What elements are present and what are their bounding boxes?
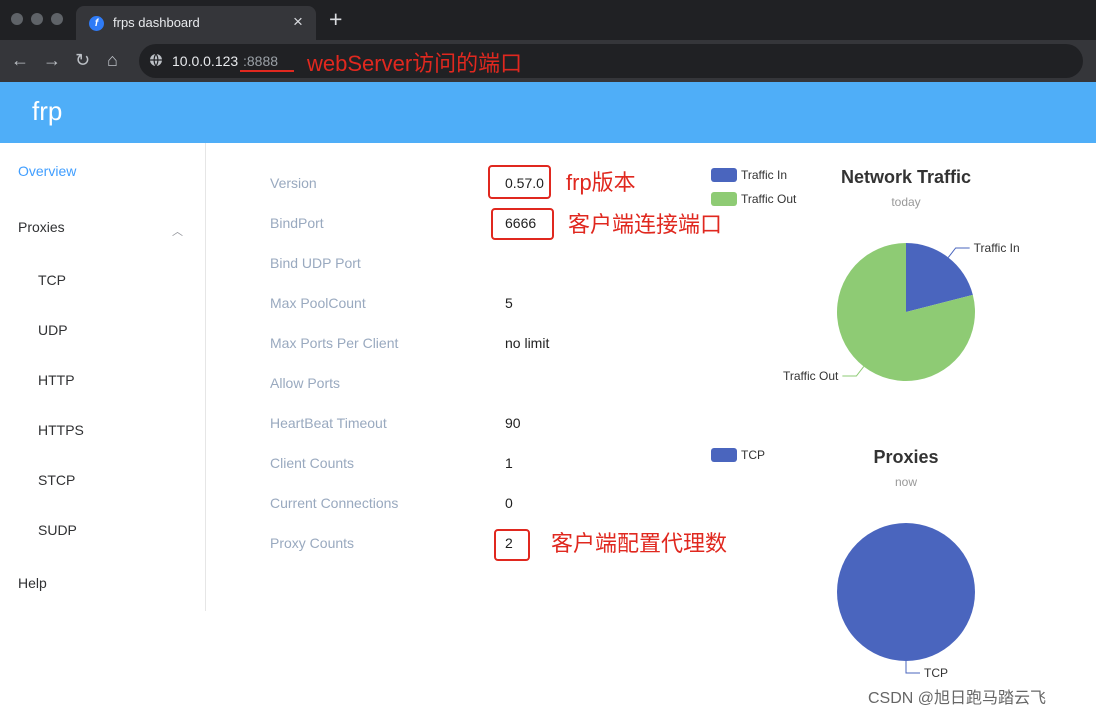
tab-close-icon[interactable]: ×	[293, 13, 303, 30]
pie-leader-line-traffic-in	[947, 247, 970, 258]
allow-ports-label: Allow Ports	[270, 375, 341, 391]
back-arrow-icon[interactable]: ←	[11, 50, 29, 70]
max-poolcount-label: Max PoolCount	[270, 295, 366, 311]
legend-swatch-traffic-in[interactable]	[711, 168, 737, 182]
pie-slice-tcp[interactable]	[837, 523, 975, 661]
sidebar-item-udp[interactable]: UDP	[38, 322, 68, 338]
proxies-title: Proxies	[873, 447, 939, 467]
browser-toolbar: ← → ↻ ⌂ 10.0.0.123 :8888	[0, 40, 1096, 82]
network-traffic-subtitle: today	[891, 195, 921, 209]
pie-leader-line-tcp	[905, 661, 920, 674]
sidebar-item-http[interactable]: HTTP	[38, 372, 75, 388]
sidebar-item-overview[interactable]: Overview	[18, 163, 76, 179]
browser-tab-bar: f frps dashboard × +	[0, 0, 1096, 40]
sidebar-item-tcp[interactable]: TCP	[38, 272, 66, 288]
bindport-label: BindPort	[270, 215, 324, 231]
legend-traffic-out[interactable]: Traffic Out	[741, 192, 796, 206]
new-tab-button[interactable]: +	[329, 8, 342, 31]
proxy-counts-annotation: 客户端配置代理数	[551, 531, 728, 556]
home-icon[interactable]: ⌂	[107, 50, 118, 70]
sidebar-item-https[interactable]: HTTPS	[38, 422, 84, 438]
port-annotation-underline	[240, 70, 294, 72]
pie-label-tcp: TCP	[924, 666, 948, 680]
legend-swatch-tcp[interactable]	[711, 448, 737, 462]
sidebar-item-proxies[interactable]: Proxies	[18, 219, 65, 235]
bindport-annotation: 客户端连接端口	[568, 212, 723, 237]
pie-label-traffic-in: Traffic In	[974, 241, 1020, 255]
version-label: Version	[270, 175, 317, 191]
url-port: :8888	[243, 53, 279, 69]
bindport-highlight-box	[491, 208, 554, 240]
app-logo[interactable]: frp	[32, 96, 62, 127]
current-connections-label: Current Connections	[270, 495, 399, 511]
heartbeat-timeout-value: 90	[505, 415, 521, 431]
legend-swatch-traffic-out[interactable]	[711, 192, 737, 206]
frp-favicon-icon: f	[89, 16, 104, 31]
window-close-dot[interactable]	[11, 13, 23, 25]
forward-arrow-icon[interactable]: →	[43, 50, 61, 70]
max-poolcount-value: 5	[505, 295, 513, 311]
chevron-up-icon[interactable]: ︿	[172, 223, 183, 239]
proxy-counts-label: Proxy Counts	[270, 535, 355, 551]
sidebar-item-help[interactable]: Help	[18, 575, 47, 591]
heartbeat-timeout-label: HeartBeat Timeout	[270, 415, 387, 431]
csdn-watermark: CSDN @旭日跑马踏云飞	[868, 690, 1047, 707]
network-traffic-pie: Traffic In Traffic Out	[783, 241, 1020, 383]
max-ports-per-client-value: no limit	[505, 335, 550, 351]
proxies-subtitle: now	[894, 475, 917, 489]
max-ports-per-client-label: Max Ports Per Client	[270, 335, 399, 351]
window-minimize-dot[interactable]	[31, 13, 43, 25]
browser-tab[interactable]: f frps dashboard ×	[76, 6, 316, 40]
legend-tcp[interactable]: TCP	[741, 448, 765, 462]
sidebar: Overview Proxies ︿ TCP UDP HTTP HTTPS ST…	[0, 143, 206, 611]
globe-icon	[150, 53, 162, 67]
address-bar[interactable]: 10.0.0.123 :8888	[139, 44, 1083, 78]
proxies-pie: TCP	[837, 523, 975, 680]
current-connections-value: 0	[505, 495, 513, 511]
sidebar-item-sudp[interactable]: SUDP	[38, 522, 77, 538]
tab-title: frps dashboard	[113, 15, 200, 30]
pie-label-traffic-out: Traffic Out	[783, 369, 839, 383]
network-traffic-title: Network Traffic	[840, 167, 972, 187]
bind-udp-port-label: Bind UDP Port	[270, 255, 361, 271]
port-annotation: webServer访问的端口	[307, 51, 523, 76]
proxy-counts-highlight-box	[494, 529, 530, 561]
app-header: frp	[0, 82, 1096, 143]
window-zoom-dot[interactable]	[51, 13, 63, 25]
client-counts-value: 1	[505, 455, 513, 471]
pie-leader-line-traffic-out	[842, 366, 865, 377]
version-annotation: frp版本	[566, 170, 636, 195]
client-counts-label: Client Counts	[270, 455, 355, 471]
version-highlight-box	[488, 165, 551, 199]
sidebar-item-stcp[interactable]: STCP	[38, 472, 75, 488]
legend-traffic-in[interactable]: Traffic In	[741, 168, 787, 182]
reload-icon[interactable]: ↻	[75, 50, 90, 70]
url-host: 10.0.0.123	[172, 53, 239, 69]
